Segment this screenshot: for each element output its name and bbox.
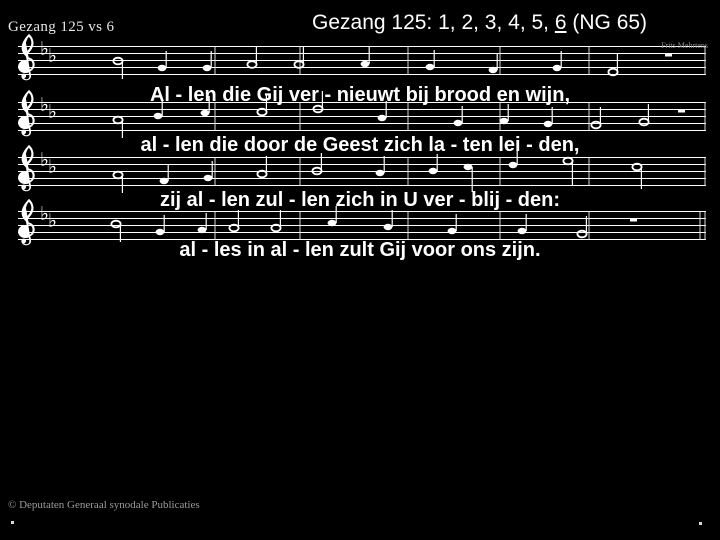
slide-canvas: ♭ ♭ ♭ ♭ ♭ ♭ ♭ ♭ Gezang 125 vs 6 Frits Me… [0,0,720,540]
lyric-line-1: Al - len die Gij ver - nieuwt bij brood … [149,84,571,106]
lyric-line-3: zij al - len zul - len zich in U ver - b… [159,189,561,211]
staff-system-1: ♭ ♭ [18,34,706,81]
sheet-hymn-header: Gezang 125 vs 6 [8,19,115,35]
bottom-left-marker-dot [11,521,14,524]
slide-title-prefix: Gezang 125: 1, 2, 3, 4, 5, [312,11,555,34]
music-sheet-image: ♭ ♭ ♭ ♭ ♭ ♭ ♭ ♭ Gezang 125 vs 6 Frits Me… [0,8,720,261]
lyric-line-4: al - les in al - len zult Gij voor ons z… [179,239,541,261]
copyright-notice: © Deputaten Generaal synodale Publicatie… [8,499,200,511]
slide-title-current-verse: 6 [554,11,567,34]
svg-text:♭: ♭ [48,46,57,67]
slide-title: Gezang 125: 1, 2, 3, 4, 5, 6 (NG 65) [312,10,712,35]
bottom-right-marker-dot [699,522,702,525]
svg-text:♭: ♭ [48,211,57,232]
svg-text:♭: ♭ [48,157,57,178]
slide-title-suffix: (NG 65) [566,11,648,34]
lyric-line-2: al - len die door de Geest zich la - ten… [140,134,580,156]
sheet-composer-credit: Frits Mehrtens [661,41,708,50]
